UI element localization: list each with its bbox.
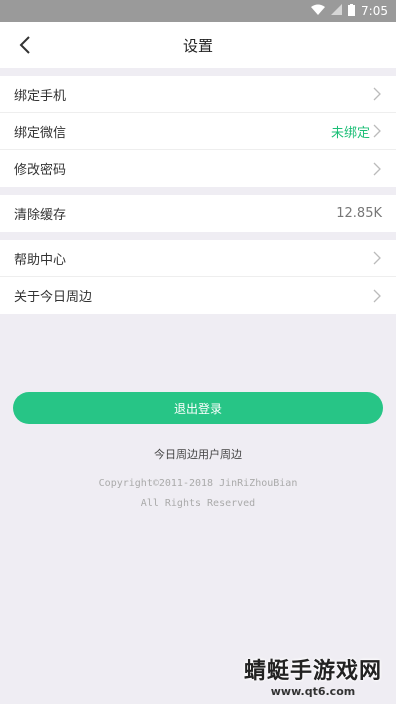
chevron-right-icon [373,289,381,302]
status-bar: 7:05 [0,0,396,22]
back-button[interactable] [10,30,40,60]
signal-icon [331,4,343,18]
row-label: 绑定手机 [14,88,67,104]
copyright: Copyright©2011-2018 JinRiZhouBian All Ri… [0,474,396,514]
logout-button[interactable]: 退出登录 [13,392,383,424]
wechat-status: 未绑定 [330,125,370,141]
row-label: 帮助中心 [14,252,67,268]
chevron-right-icon [373,87,381,101]
row-label: 修改密码 [14,163,67,178]
row-label: 绑定微信 [14,125,67,141]
row-clear-cache[interactable]: 清除缓存 12.85K [0,195,396,232]
chevron-left-icon [19,36,30,54]
row-change-password[interactable]: 修改密码 [0,150,396,187]
row-label: 关于今日周边 [14,290,93,305]
chevron-right-icon [373,251,381,265]
copyright-line-1: Copyright©2011-2018 JinRiZhouBian [98,478,298,489]
row-bind-phone[interactable]: 绑定手机 [0,76,396,113]
row-bind-wechat[interactable]: 绑定微信 未绑定 [0,113,396,150]
page-title: 设置 [182,36,213,55]
watermark-name: 蜻蜓手游戏网 [243,659,382,684]
row-label: 清除缓存 [14,208,67,223]
status-time: 7:05 [361,4,388,18]
watermark: 蜻蜓手游戏网 www.qt6.com [244,653,382,698]
watermark-url: www.qt6.com [270,685,356,698]
nav-bar: 设置 [0,22,396,68]
wifi-icon [311,4,326,18]
cache-size: 12.85K [336,206,382,221]
footer-title: 今日周边用户周边 [154,448,242,461]
chevron-right-icon [373,124,381,138]
row-help-center[interactable]: 帮助中心 [0,240,396,277]
row-about[interactable]: 关于今日周边 [0,277,396,314]
account-group: 绑定手机 绑定微信 未绑定 修改密码 [0,76,396,187]
cache-group: 清除缓存 12.85K [0,195,396,232]
chevron-right-icon [373,162,381,175]
battery-icon [348,3,356,19]
copyright-line-2: All Rights Reserved [140,498,256,509]
help-group: 帮助中心 关于今日周边 [0,240,396,314]
